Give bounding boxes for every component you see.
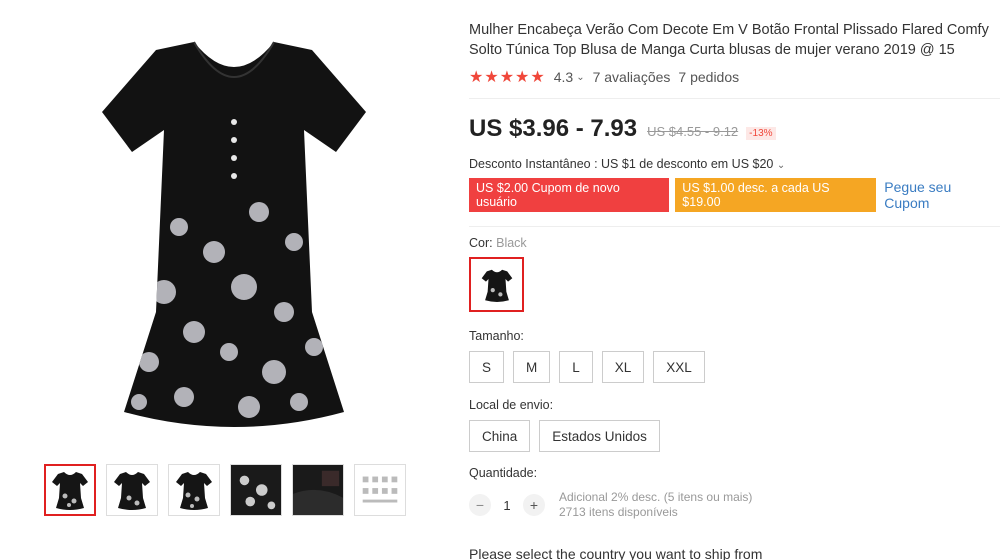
bulk-discount-note: Adicional 2% desc. (5 itens ou mais) xyxy=(559,490,753,504)
thumbnail-3[interactable] xyxy=(168,464,220,516)
rating-row: ★★★★★ 4.3 ⌄ 7 avaliações 7 pedidos xyxy=(469,67,999,87)
divider xyxy=(469,226,1000,227)
quantity-stepper: − 1 + Adicional 2% desc. (5 itens ou mai… xyxy=(469,490,999,520)
quantity-increase-button[interactable]: + xyxy=(523,494,545,516)
current-price: US $3.96 - 7.93 xyxy=(469,115,638,142)
thumbnail-1[interactable] xyxy=(44,464,96,516)
new-user-coupon[interactable]: US $2.00 Cupom de novo usuário xyxy=(469,178,670,212)
reviews-link[interactable]: 7 avaliações xyxy=(593,69,671,85)
size-options: S M L XL XXL xyxy=(469,351,999,383)
get-coupon-link[interactable]: Pegue seu Cupom xyxy=(884,179,999,211)
coupon-row: US $2.00 Cupom de novo usuário US $1.00 … xyxy=(469,178,999,212)
ship-option-united-states[interactable]: Estados Unidos xyxy=(539,420,660,452)
color-swatch-black[interactable] xyxy=(469,257,524,312)
star-rating-icon: ★★★★★ xyxy=(469,69,546,86)
discount-badge: -13% xyxy=(746,127,776,140)
color-selected-value: Black xyxy=(496,236,527,250)
orders-count: 7 pedidos xyxy=(678,69,740,85)
size-option-xxl[interactable]: XXL xyxy=(653,351,705,383)
instant-discount-text: Desconto Instantâneo : US $1 de desconto… xyxy=(469,157,774,171)
size-option-l[interactable]: L xyxy=(559,351,593,383)
ship-from-options: China Estados Unidos xyxy=(469,420,999,452)
chevron-down-icon[interactable]: ⌄ xyxy=(576,72,584,83)
thumbnail-2[interactable] xyxy=(106,464,158,516)
instant-discount[interactable]: Desconto Instantâneo : US $1 de desconto… xyxy=(469,157,999,171)
shipping-message: Please select the country you want to sh… xyxy=(469,546,763,560)
thumbnail-5[interactable] xyxy=(292,464,344,516)
price-row: US $3.96 - 7.93 US $4.55 - 9.12 -13% xyxy=(469,115,999,143)
product-main-image[interactable] xyxy=(44,12,424,452)
size-label: Tamanho: xyxy=(469,329,524,343)
quantity-decrease-button[interactable]: − xyxy=(469,494,491,516)
size-option-m[interactable]: M xyxy=(513,351,551,383)
ship-from-label: Local de envio: xyxy=(469,398,554,412)
ship-option-china[interactable]: China xyxy=(469,420,531,452)
quantity-label: Quantidade: xyxy=(469,466,538,480)
stock-available: 2713 itens disponíveis xyxy=(559,505,678,519)
size-option-s[interactable]: S xyxy=(469,351,505,383)
quantity-value[interactable]: 1 xyxy=(491,498,523,513)
product-title: Mulher Encabeça Verão Com Decote Em V Bo… xyxy=(469,22,989,58)
size-option-xl[interactable]: XL xyxy=(601,351,645,383)
thumbnail-4[interactable] xyxy=(230,464,282,516)
chevron-down-icon: ⌄ xyxy=(776,160,786,171)
thumbnail-6[interactable] xyxy=(354,464,406,516)
thumbnail-strip xyxy=(44,464,406,516)
color-label-text: Cor: xyxy=(469,236,493,250)
quantity-info: Adicional 2% desc. (5 itens ou mais) 271… xyxy=(559,490,752,520)
product-info: Mulher Encabeça Verão Com Decote Em V Bo… xyxy=(469,20,1000,560)
original-price: US $4.55 - 9.12 xyxy=(647,124,739,139)
rating-score[interactable]: 4.3 xyxy=(554,69,573,85)
store-coupon[interactable]: US $1.00 desc. a cada US $19.00 xyxy=(675,178,877,212)
divider xyxy=(469,98,1000,99)
color-label: Cor: Black xyxy=(469,236,999,250)
